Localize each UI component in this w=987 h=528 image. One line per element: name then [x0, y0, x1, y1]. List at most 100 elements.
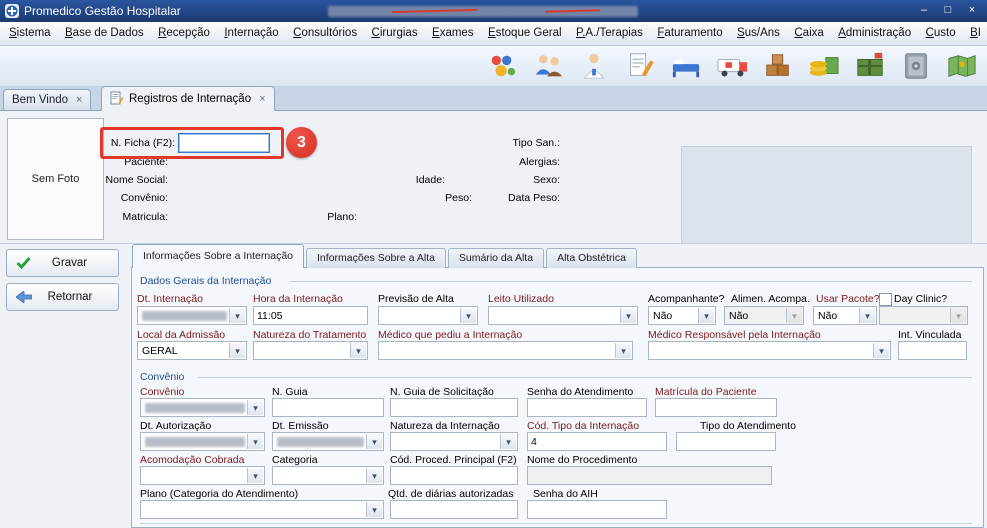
internment-tabs: Informações Sobre a Internação Informaçõ…: [132, 245, 639, 268]
plano-header-label: Plano:: [307, 211, 357, 223]
menu-item-exames[interactable]: Exames: [427, 22, 479, 45]
menu-item-sus-ans[interactable]: Sus/Ans: [732, 22, 785, 45]
tab-bem-vindo[interactable]: Bem Vindo ×: [3, 89, 91, 110]
menu-item-base-de-dados[interactable]: Base de Dados: [60, 22, 149, 45]
n-guia-input[interactable]: [272, 398, 384, 417]
convenio-header-label: Convênio:: [98, 192, 168, 204]
doctor-icon[interactable]: [575, 48, 613, 83]
matricula-paciente-input[interactable]: [655, 398, 777, 417]
nome-social-label: Nome Social:: [88, 174, 168, 186]
cod-proced-principal-input[interactable]: [390, 466, 518, 485]
dt-emissao-combo[interactable]: [272, 432, 384, 451]
menu-item-bi[interactable]: BI: [965, 22, 986, 45]
menu-item-cirurgias[interactable]: Cirurgias: [367, 22, 423, 45]
tab-informacoes-alta[interactable]: Informações Sobre a Alta: [306, 248, 446, 268]
dropdown-arrow-icon[interactable]: [229, 343, 245, 358]
dropdown-arrow-icon[interactable]: [366, 468, 382, 483]
tab-registros-internacao[interactable]: Registros de Internação ×: [101, 86, 275, 111]
dropdown-arrow-icon[interactable]: [229, 308, 245, 323]
menu-item-internacao[interactable]: Internação: [219, 22, 283, 45]
menu-item-faturamento[interactable]: Faturamento: [652, 22, 727, 45]
dropdown-arrow-icon[interactable]: [859, 308, 875, 323]
natureza-internacao-combo[interactable]: [390, 432, 518, 451]
supplies-icon[interactable]: [851, 48, 889, 83]
safe-icon[interactable]: [897, 48, 935, 83]
usar-pacote-combo[interactable]: Não: [813, 306, 877, 325]
menu-item-caixa[interactable]: Caixa: [789, 22, 828, 45]
leito-utilizado-combo[interactable]: [488, 306, 638, 325]
group-line: [198, 377, 972, 378]
dropdown-arrow-icon[interactable]: [460, 308, 476, 323]
day-clinic-checkbox[interactable]: [879, 293, 892, 306]
menu-item-estoque-geral[interactable]: Estoque Geral: [483, 22, 567, 45]
acompanhante-combo[interactable]: Não: [648, 306, 716, 325]
retornar-button[interactable]: Retornar: [6, 283, 119, 311]
menu-item-consultorios[interactable]: Consultórios: [288, 22, 362, 45]
hora-internacao-input[interactable]: [253, 306, 368, 325]
dropdown-arrow-icon[interactable]: [615, 343, 631, 358]
cod-tipo-internacao-input[interactable]: [527, 432, 667, 451]
dropdown-arrow-icon[interactable]: [873, 343, 889, 358]
acomodacao-cobrada-combo[interactable]: [140, 466, 265, 485]
annotation-rectangle: [100, 127, 284, 159]
ambulance-icon[interactable]: [713, 48, 751, 83]
menu-item-recepcao[interactable]: Recepção: [153, 22, 215, 45]
senha-atendimento-input[interactable]: [527, 398, 647, 417]
dropdown-arrow-icon[interactable]: [247, 434, 263, 449]
local-admissao-combo[interactable]: GERAL: [137, 341, 247, 360]
dropdown-arrow-icon[interactable]: [698, 308, 714, 323]
minimize-button[interactable]: –: [912, 3, 936, 19]
map-icon[interactable]: [943, 48, 981, 83]
tab-informacoes-internacao[interactable]: Informações Sobre a Internação: [132, 244, 304, 268]
close-button[interactable]: ×: [960, 3, 984, 19]
dropdown-arrow-icon[interactable]: [950, 308, 966, 323]
senha-atendimento-label: Senha do Atendimento: [527, 386, 633, 398]
online-users-icon[interactable]: [483, 48, 521, 83]
medico-pediu-combo[interactable]: [378, 341, 633, 360]
tipo-atendimento-input[interactable]: [676, 432, 776, 451]
check-icon: [16, 257, 31, 269]
n-guia-solicitacao-input[interactable]: [390, 398, 518, 417]
menu-item-administracao[interactable]: Administração: [833, 22, 916, 45]
stock-icon[interactable]: [759, 48, 797, 83]
menu-item-sistema[interactable]: Sistema: [4, 22, 56, 45]
int-vinculada-input[interactable]: [898, 341, 967, 360]
medico-responsavel-combo[interactable]: [648, 341, 891, 360]
dropdown-arrow-icon[interactable]: [366, 502, 382, 517]
dt-autorizacao-combo[interactable]: [140, 432, 265, 451]
natureza-tratamento-combo[interactable]: [253, 341, 368, 360]
prescription-icon[interactable]: [621, 48, 659, 83]
hospital-bed-icon[interactable]: [667, 48, 705, 83]
gravar-button[interactable]: Gravar: [6, 249, 119, 277]
dropdown-arrow-icon[interactable]: [247, 400, 263, 415]
group-title-dados-gerais: Dados Gerais da Internação: [140, 275, 271, 287]
day-clinic-combo[interactable]: [879, 306, 968, 325]
tab-close-icon[interactable]: ×: [259, 93, 265, 105]
dt-internacao-combo[interactable]: [137, 306, 247, 325]
senha-aih-input[interactable]: [527, 500, 667, 519]
convenio-combo[interactable]: [140, 398, 265, 417]
tab-alta-obstetrica[interactable]: Alta Obstétrica: [546, 248, 637, 268]
redacted-value: [145, 437, 245, 447]
dropdown-arrow-icon[interactable]: [247, 468, 263, 483]
tab-close-icon[interactable]: ×: [76, 94, 82, 106]
maximize-button[interactable]: □: [936, 3, 960, 19]
cod-tipo-internacao-label: Cód. Tipo da Internação: [527, 420, 639, 432]
annotation-badge: 3: [286, 127, 317, 158]
tab-sumario-alta[interactable]: Sumário da Alta: [448, 248, 544, 268]
qtd-diarias-input[interactable]: [390, 500, 518, 519]
categoria-combo[interactable]: [272, 466, 384, 485]
patients-icon[interactable]: [529, 48, 567, 83]
dropdown-arrow-icon[interactable]: [366, 434, 382, 449]
menu-item-custo[interactable]: Custo: [921, 22, 961, 45]
previsao-alta-combo[interactable]: [378, 306, 478, 325]
plano-categoria-combo[interactable]: [140, 500, 384, 519]
dropdown-arrow-icon[interactable]: [350, 343, 366, 358]
dropdown-arrow-icon[interactable]: [786, 308, 802, 323]
dropdown-arrow-icon[interactable]: [620, 308, 636, 323]
menu-item-pa-terapias[interactable]: P.A./Terapias: [571, 22, 648, 45]
billing-icon[interactable]: [805, 48, 843, 83]
dropdown-arrow-icon[interactable]: [500, 434, 516, 449]
alimen-acompa-combo[interactable]: Não: [724, 306, 804, 325]
sexo-label: Sexo:: [490, 174, 560, 186]
